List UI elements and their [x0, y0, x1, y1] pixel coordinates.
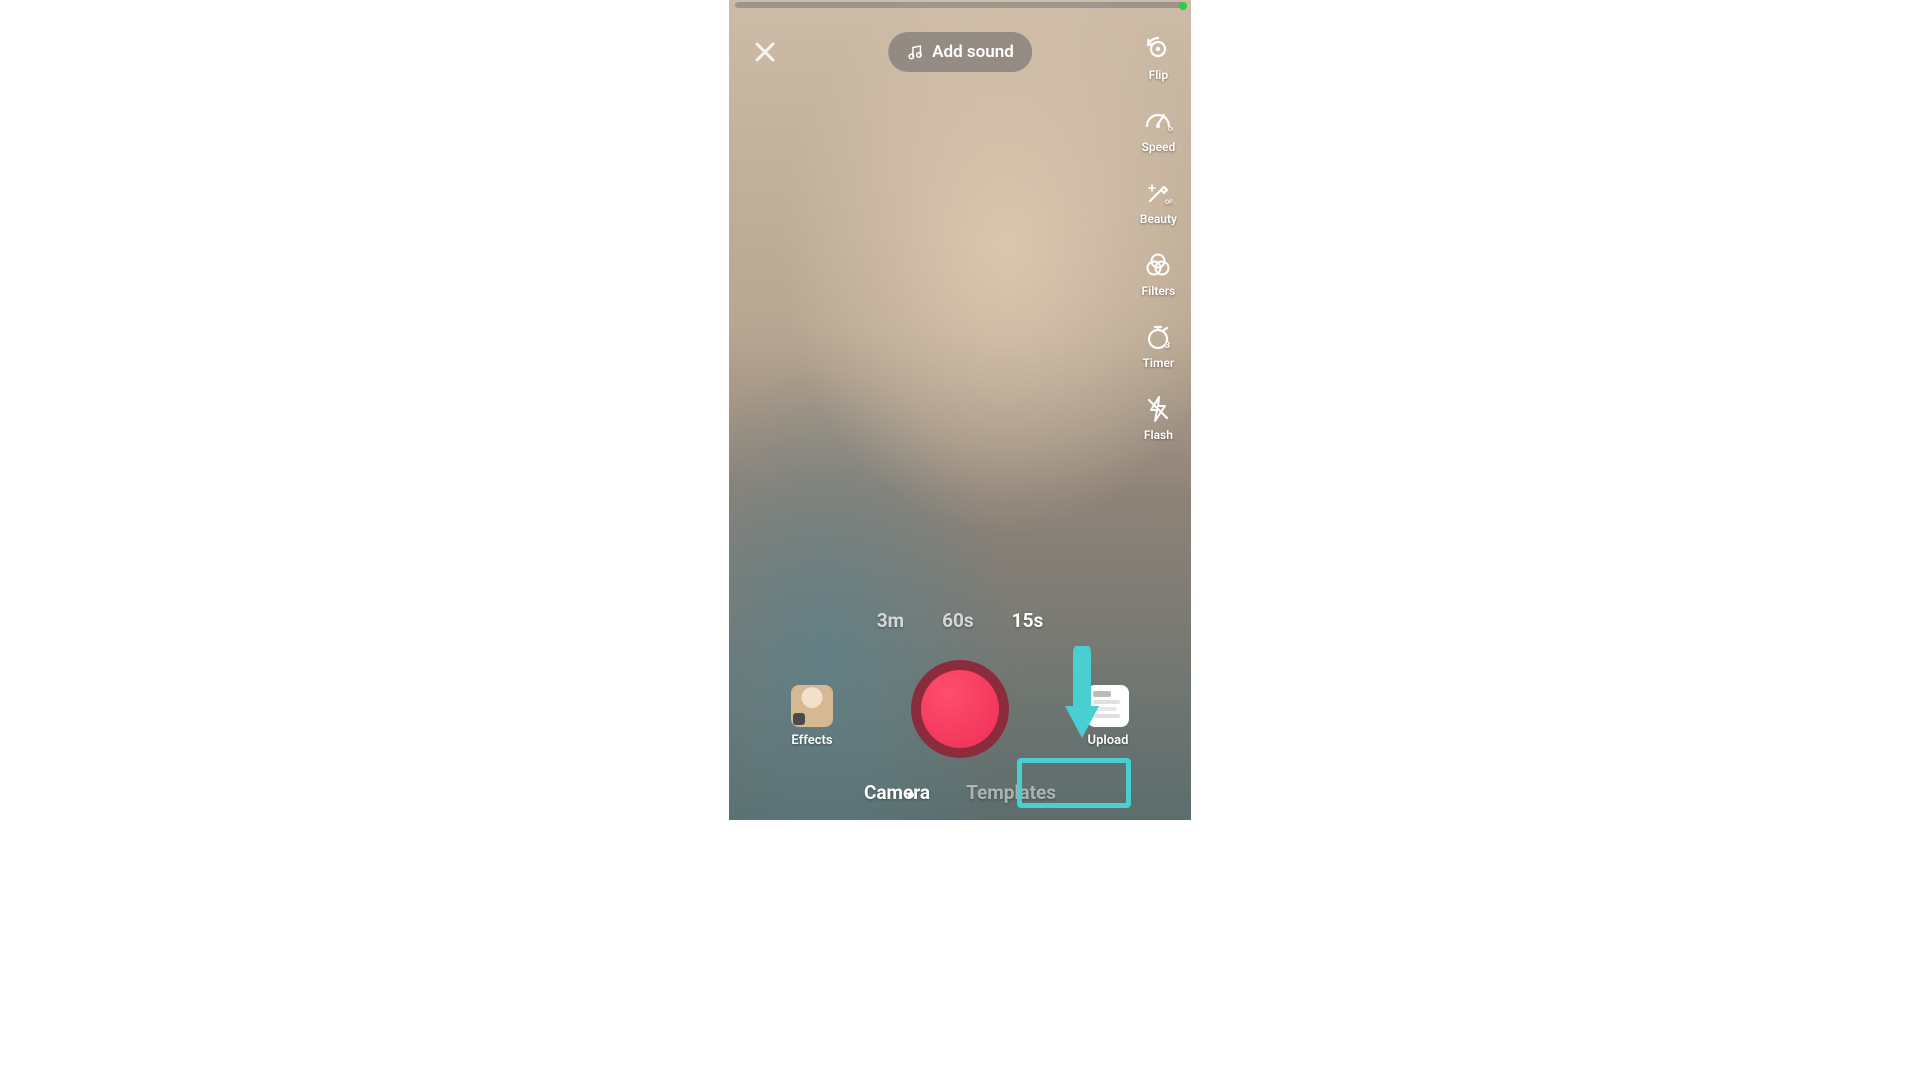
- duration-option-15s[interactable]: 15s: [1012, 609, 1044, 632]
- svg-text:OFF: OFF: [1168, 126, 1173, 133]
- add-sound-button[interactable]: Add sound: [888, 32, 1032, 72]
- tab-camera[interactable]: Camera: [864, 781, 930, 804]
- record-button[interactable]: [911, 660, 1009, 758]
- effects-label: Effects: [791, 733, 832, 748]
- camera-screen: Add sound Flip OFF Speed: [729, 0, 1191, 820]
- upload-label: Upload: [1088, 733, 1129, 748]
- flash-icon: [1143, 394, 1173, 424]
- svg-text:3: 3: [1165, 341, 1170, 351]
- recording-status-dot: [1179, 2, 1187, 10]
- upload-thumb-icon: [1087, 685, 1129, 727]
- svg-text:OFF: OFF: [1165, 199, 1173, 206]
- flip-label: Flip: [1149, 68, 1169, 82]
- record-progress-bar: [735, 2, 1185, 8]
- active-tab-dot: [908, 792, 914, 798]
- flash-label: Flash: [1144, 428, 1173, 442]
- tab-templates[interactable]: Templates: [966, 781, 1056, 804]
- right-toolbar: Flip OFF Speed OFF Beauty: [1140, 34, 1177, 442]
- duration-selector: 3m 60s 15s: [729, 609, 1191, 632]
- timer-button[interactable]: 3 Timer: [1143, 322, 1175, 370]
- close-icon: [753, 40, 777, 64]
- effects-button[interactable]: Effects: [791, 685, 833, 748]
- filters-icon: [1143, 250, 1173, 280]
- add-sound-label: Add sound: [932, 42, 1014, 62]
- duration-option-3m[interactable]: 3m: [877, 609, 904, 632]
- effects-thumb-icon: [791, 685, 833, 727]
- filters-label: Filters: [1141, 284, 1175, 298]
- record-inner-icon: [921, 670, 999, 748]
- timer-label: Timer: [1143, 356, 1175, 370]
- beauty-button[interactable]: OFF Beauty: [1140, 178, 1177, 226]
- music-note-icon: [906, 43, 924, 61]
- mode-tabs: Camera Templates: [729, 781, 1191, 804]
- beauty-label: Beauty: [1140, 212, 1177, 226]
- timer-icon: 3: [1143, 322, 1173, 352]
- speed-label: Speed: [1142, 140, 1176, 154]
- flip-button[interactable]: Flip: [1143, 34, 1173, 82]
- upload-button[interactable]: Upload: [1087, 685, 1129, 748]
- duration-option-60s[interactable]: 60s: [942, 609, 974, 632]
- flip-icon: [1143, 34, 1173, 64]
- close-button[interactable]: [751, 38, 779, 66]
- speed-icon: OFF: [1143, 106, 1173, 136]
- beauty-icon: OFF: [1143, 178, 1173, 208]
- flash-button[interactable]: Flash: [1143, 394, 1173, 442]
- filters-button[interactable]: Filters: [1141, 250, 1175, 298]
- speed-button[interactable]: OFF Speed: [1142, 106, 1176, 154]
